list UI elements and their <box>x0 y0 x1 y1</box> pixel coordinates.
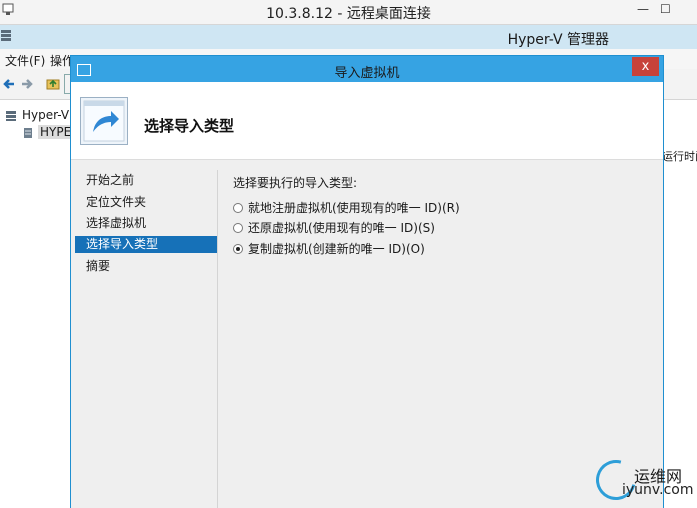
option-register-in-place[interactable]: 就地注册虚拟机(使用现有的唯一 ID)(R) <box>233 199 460 216</box>
server-group-icon <box>6 111 16 121</box>
hyperv-app-icon <box>1 30 11 41</box>
watermark-en: iyunv.com <box>622 482 694 498</box>
minimize-button[interactable]: — <box>637 2 649 16</box>
dialog-title: 导入虚拟机 <box>334 66 400 81</box>
menu-file[interactable]: 文件(F) <box>5 52 45 69</box>
nav-item-select-import-type[interactable]: 选择导入类型 <box>75 236 217 253</box>
page-title: 选择导入类型 <box>144 117 235 135</box>
rdp-window-title: 10.3.8.12 - 远程桌面连接 <box>266 6 431 22</box>
hyperv-tree-pane: Hyper-V HYPER <box>0 100 82 507</box>
hyperv-title-bar: Hyper-V 管理器 <box>0 25 697 49</box>
dialog-header: 选择导入类型 <box>71 82 663 160</box>
option-restore-label[interactable]: 还原虚拟机(使用现有的唯一 ID)(S) <box>248 221 435 235</box>
nav-divider <box>217 170 218 508</box>
site-watermark: 运维网 iyunv.com <box>588 452 697 508</box>
option-restore[interactable]: 还原虚拟机(使用现有的唯一 ID)(S) <box>233 219 435 236</box>
hyperv-window-title: Hyper-V 管理器 <box>507 32 609 48</box>
tree-item-hyperv[interactable]: Hyper-V <box>22 108 69 122</box>
radio-register-in-place[interactable] <box>233 203 243 213</box>
import-type-prompt: 选择要执行的导入类型: <box>233 176 358 190</box>
column-header-uptime[interactable]: 运行时间 <box>662 148 697 164</box>
rdp-title-bar: 10.3.8.12 - 远程桌面连接 — ☐ <box>0 0 697 25</box>
restore-button[interactable]: ☐ <box>660 2 671 16</box>
close-button[interactable]: x <box>632 57 659 76</box>
import-arrow-icon <box>80 97 128 145</box>
back-arrow-icon[interactable] <box>2 77 16 91</box>
radio-restore[interactable] <box>233 223 243 233</box>
dialog-title-bar: 导入虚拟机 x <box>71 56 663 82</box>
forward-arrow-icon[interactable] <box>20 77 34 91</box>
option-copy[interactable]: 复制虚拟机(创建新的唯一 ID)(O) <box>233 240 425 257</box>
up-folder-icon[interactable] <box>46 76 60 90</box>
nav-item-locate-folder[interactable]: 定位文件夹 <box>75 194 217 211</box>
option-register-in-place-label[interactable]: 就地注册虚拟机(使用现有的唯一 ID)(R) <box>248 201 460 215</box>
nav-item-summary[interactable]: 摘要 <box>75 258 217 275</box>
radio-copy-selected[interactable] <box>233 244 243 254</box>
option-copy-label[interactable]: 复制虚拟机(创建新的唯一 ID)(O) <box>248 242 425 256</box>
import-vm-dialog: 导入虚拟机 x 选择导入类型 开始之前 定位文件夹 选择虚拟机 选择导入类型 摘… <box>70 55 664 508</box>
server-icon <box>24 128 32 138</box>
nav-item-select-vm[interactable]: 选择虚拟机 <box>75 215 217 232</box>
nav-item-before-you-begin[interactable]: 开始之前 <box>75 172 217 189</box>
